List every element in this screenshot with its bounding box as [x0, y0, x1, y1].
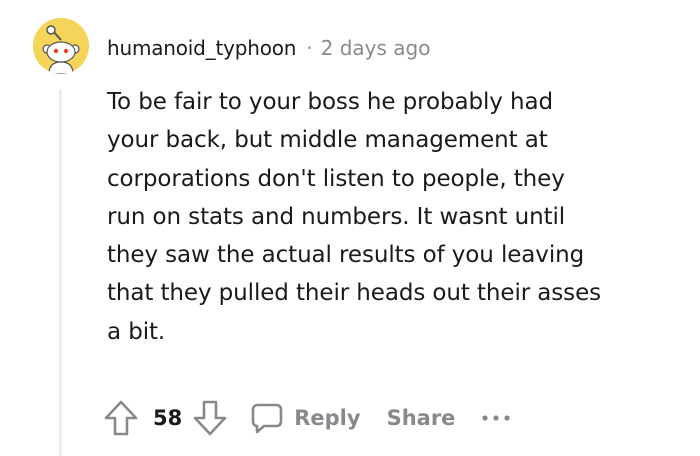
share-button[interactable]: Share: [387, 406, 456, 430]
comment-body-line: To be fair to your boss he probably had: [107, 89, 553, 115]
timestamp[interactable]: 2 days ago: [321, 36, 431, 60]
downvote-button[interactable]: [192, 398, 228, 438]
comment-body-line: corporations don't listen to people, the…: [107, 165, 565, 192]
speech-bubble-icon: [251, 403, 283, 434]
comment-body-line: a bit.: [107, 318, 166, 345]
thread-line[interactable]: [59, 90, 62, 456]
downvote-arrow-icon: [193, 400, 227, 436]
more-dots-icon: [482, 415, 511, 421]
comment-body: To be fair to your boss he probably had …: [107, 83, 687, 351]
upvote-arrow-icon: [104, 400, 138, 436]
comment-body-line: run on stats and numbers. It wasnt until: [107, 203, 566, 230]
meta-separator: ·: [306, 36, 313, 60]
comment-body-line: that they pulled their heads out their a…: [107, 280, 601, 307]
upvote-button[interactable]: [103, 398, 139, 438]
avatar[interactable]: [33, 18, 89, 74]
comment-meta: humanoid_typhoon · 2 days ago: [107, 34, 430, 62]
username-link[interactable]: humanoid_typhoon: [107, 36, 296, 60]
comment-body-line: they saw the actual results of you leavi…: [107, 242, 585, 269]
snoo-avatar-icon: [33, 18, 89, 74]
comment-body-line: your back, but middle management at: [107, 127, 548, 154]
reply-button[interactable]: Reply: [250, 401, 361, 435]
more-options-button[interactable]: [481, 406, 511, 430]
comment-action-bar: 58 Reply Share: [103, 396, 511, 440]
reply-label: Reply: [294, 406, 361, 430]
comment: humanoid_typhoon · 2 days ago To be fair…: [0, 0, 700, 456]
vote-count: 58: [153, 406, 183, 430]
